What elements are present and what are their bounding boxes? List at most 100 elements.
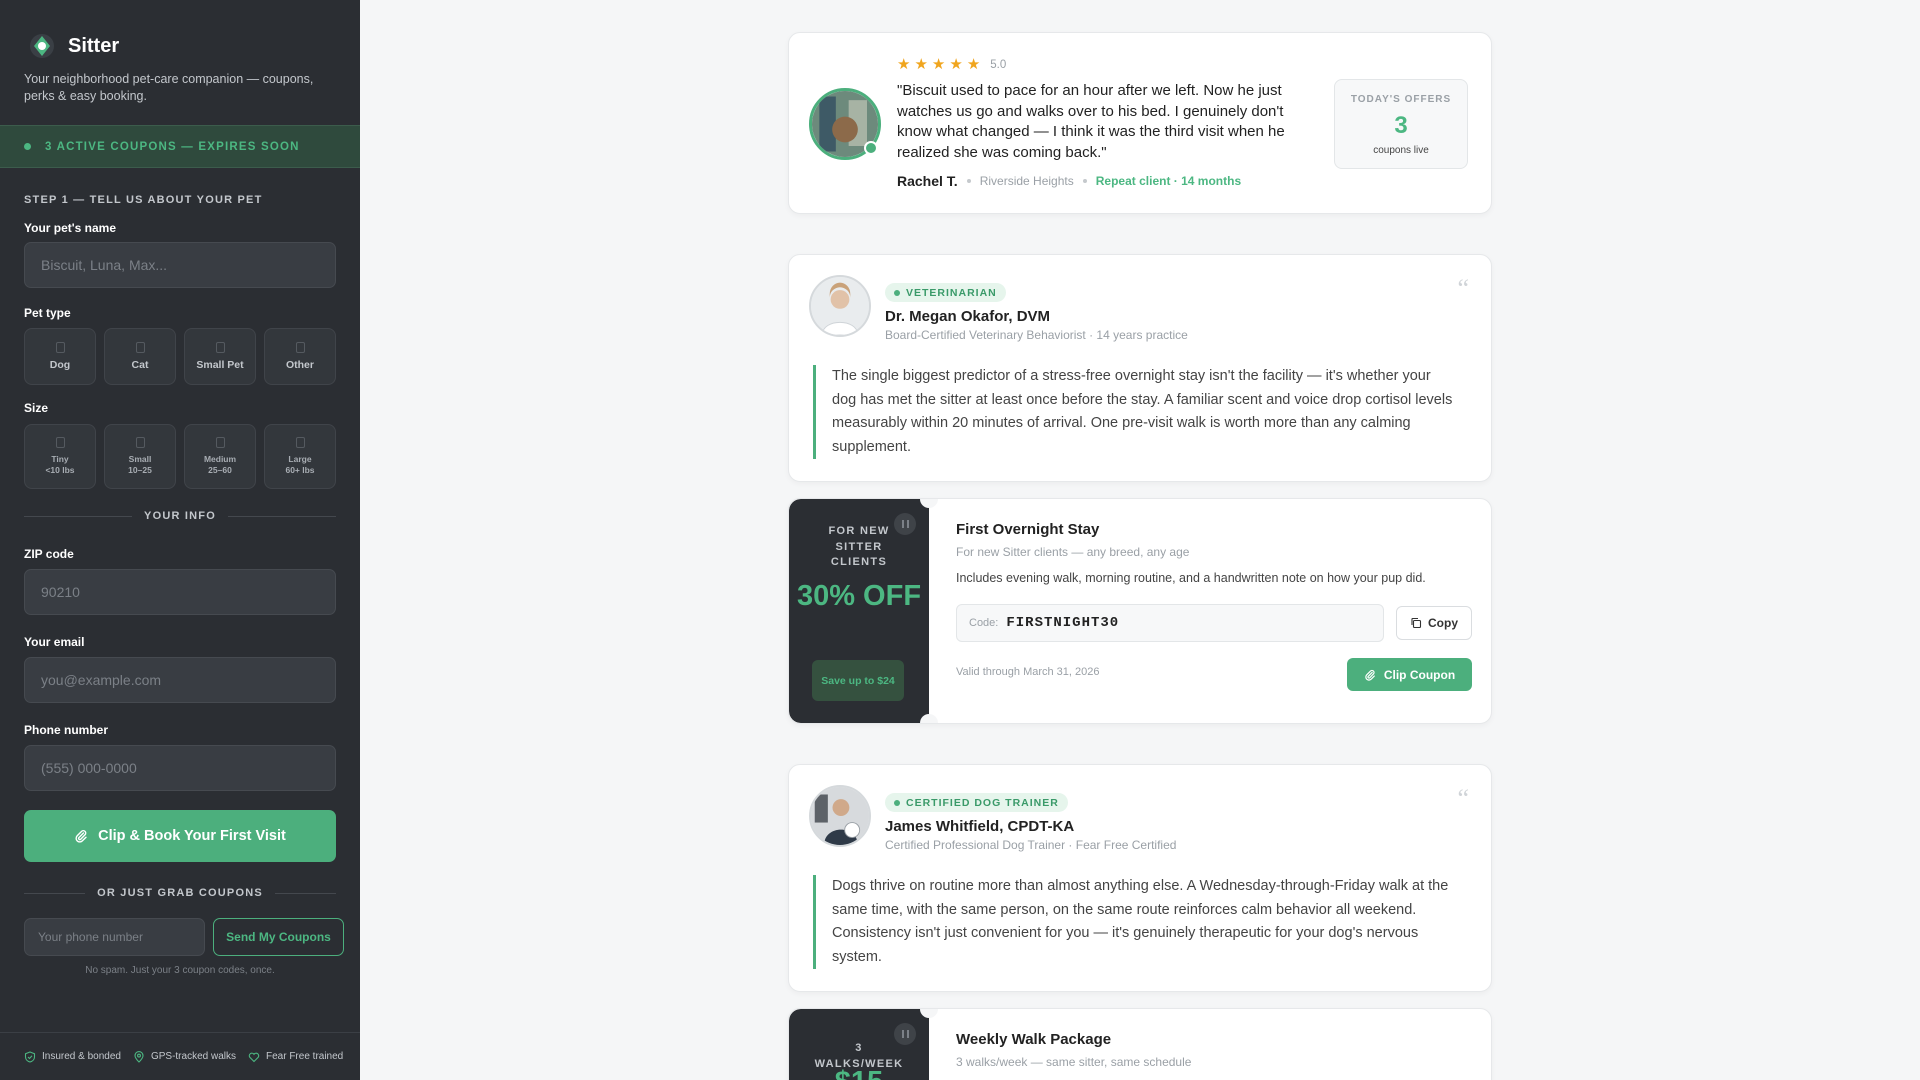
quote-mark-icon: “ xyxy=(1457,784,1469,813)
expert-quote: Dogs thrive on routine more than almost … xyxy=(813,875,1453,969)
expert-name: James Whitfield, CPDT-KA xyxy=(885,818,1075,835)
your-info-label: YOUR INFO xyxy=(144,510,216,522)
star-icon: ★ xyxy=(949,56,963,73)
pet-type-label: Pet type xyxy=(24,306,71,320)
star-icon: ★ xyxy=(931,56,946,73)
code-label: Code: xyxy=(969,617,999,629)
reviewer-tag: Repeat client · 14 months xyxy=(1095,174,1242,188)
expert-photo xyxy=(811,277,869,335)
size-tiny[interactable]: Tiny <10 lbs xyxy=(24,424,96,489)
testimonial-quote: "Biscuit used to pace for an hour after … xyxy=(897,82,1285,161)
your-info-divider: YOUR INFO xyxy=(24,510,337,522)
expert-quote: The single biggest predictor of a stress… xyxy=(813,365,1453,459)
coupon-code-box[interactable]: Code: FIRSTNIGHT30 xyxy=(956,604,1384,642)
coupon-validity: Valid through March 31, 2026 xyxy=(956,666,1100,678)
offers-sub: coupons live xyxy=(1373,145,1429,156)
trust-insured: Insured & bonded xyxy=(24,1050,121,1063)
coupon-card: FOR NEW SITTER CLIENTS 30% OFF Save up t… xyxy=(788,498,1492,724)
email-input[interactable] xyxy=(24,657,336,703)
other-pet-icon xyxy=(295,342,305,353)
expert-credentials: Board-Certified Veterinary Behaviorist ·… xyxy=(885,328,1188,342)
brand[interactable]: Sitter xyxy=(28,32,119,60)
grab-coupons-divider: OR JUST GRAB COUPONS xyxy=(24,887,337,899)
size-tiny-icon xyxy=(55,437,65,448)
send-coupons-button[interactable]: Send My Coupons xyxy=(213,918,344,956)
rating-stars: ★ ★ ★ ★ ★ 5.0 xyxy=(897,57,1006,72)
step-label: STEP 1 — TELL US ABOUT YOUR PET xyxy=(24,194,263,206)
coupon-stub: FOR NEW SITTER CLIENTS 30% OFF Save up t… xyxy=(789,499,929,723)
active-coupons-banner: 3 ACTIVE COUPONS — EXPIRES SOON xyxy=(0,125,360,168)
expert-card: VETERINARIAN Dr. Megan Okafor, DVM Board… xyxy=(788,254,1492,482)
size-options: Tiny <10 lbs Small 10–25 Medium 25–60 Large… xyxy=(24,424,336,489)
shield-icon xyxy=(24,1050,36,1063)
expert-credentials: Certified Professional Dog Trainer · Fea… xyxy=(885,838,1177,852)
coupon-title: First Overnight Stay xyxy=(956,521,1100,538)
clip-coupon-button[interactable]: Clip Coupon xyxy=(1347,658,1472,691)
coupon-phone-input[interactable] xyxy=(24,918,205,956)
offers-count: 3 xyxy=(1394,112,1408,139)
size-small-icon xyxy=(135,437,145,448)
no-spam-note: No spam. Just your 3 coupon codes, once. xyxy=(85,965,275,976)
coupon-title: Weekly Walk Package xyxy=(956,1031,1112,1048)
coupon-subtitle: 3 walks/week — same sitter, same schedul… xyxy=(956,1055,1192,1069)
expert-name: Dr. Megan Okafor, DVM xyxy=(885,308,1051,325)
copy-code-button[interactable]: Copy xyxy=(1396,606,1472,640)
coupon-subtitle: For new Sitter clients — any breed, any … xyxy=(956,545,1190,559)
pet-type-other[interactable]: Other xyxy=(264,328,336,385)
pet-name-input[interactable] xyxy=(24,242,336,288)
coupon-discount: 30% OFF xyxy=(796,580,922,612)
clip-and-book-label: Clip & Book Your First Visit xyxy=(98,828,286,844)
pet-type-cat[interactable]: Cat xyxy=(104,328,176,385)
zip-label: ZIP code xyxy=(24,547,74,561)
pet-type-dog[interactable]: Dog xyxy=(24,328,96,385)
expert-photo xyxy=(811,787,869,845)
cat-icon xyxy=(135,342,145,353)
reviewer-location: Riverside Heights xyxy=(979,174,1074,188)
sitter-logo-icon xyxy=(30,34,54,58)
sidebar: Sitter Your neighborhood pet-care compan… xyxy=(0,0,360,1080)
expert-badge: CERTIFIED DOG TRAINER xyxy=(885,793,1068,812)
pet-name-label: Your pet's name xyxy=(24,221,116,235)
reviewer-name: Rachel T. xyxy=(897,173,958,189)
coupon-code: FIRSTNIGHT30 xyxy=(1006,615,1120,631)
pet-type-options: Dog Cat Small Pet Other xyxy=(24,328,336,385)
expert-avatar xyxy=(809,275,871,337)
pet-type-small-pet[interactable]: Small Pet xyxy=(184,328,256,385)
size-medium[interactable]: Medium 25–60 xyxy=(184,424,256,489)
grab-coupons-label: OR JUST GRAB COUPONS xyxy=(97,887,263,899)
clip-and-book-button[interactable]: Clip & Book Your First Visit xyxy=(24,810,336,862)
testimonial-card: ★ ★ ★ ★ ★ 5.0 "Biscuit used to pace for … xyxy=(788,32,1492,214)
star-icon: ★ xyxy=(966,56,981,73)
reviewer-meta: Rachel T. Riverside Heights Repeat clien… xyxy=(897,173,1241,189)
rating-value: 5.0 xyxy=(990,58,1007,71)
status-dot-icon xyxy=(24,143,31,150)
zip-input[interactable] xyxy=(24,569,336,615)
coupon-description: Includes evening walk, morning routine, … xyxy=(956,571,1426,585)
tagline: Your neighborhood pet-care companion — c… xyxy=(24,72,314,103)
trust-gps: GPS-tracked walks xyxy=(133,1050,236,1063)
ticket-notch xyxy=(920,714,938,723)
trust-footer: Insured & bonded GPS-tracked walks Fear … xyxy=(0,1032,360,1080)
size-large[interactable]: Large 60+ lbs xyxy=(264,424,336,489)
brand-name: Sitter xyxy=(68,34,120,57)
expert-badge: VETERINARIAN xyxy=(885,283,1006,302)
size-large-icon xyxy=(295,437,305,448)
heart-icon xyxy=(248,1052,260,1062)
coupon-stub: 3 WALKS/WEEK $15 xyxy=(789,1009,929,1080)
phone-label: Phone number xyxy=(24,723,109,737)
small-pet-icon xyxy=(215,342,225,353)
email-label: Your email xyxy=(24,635,85,649)
paperclip-icon xyxy=(1365,669,1375,681)
paperclip-icon xyxy=(75,830,87,843)
star-icon: ★ xyxy=(897,56,911,73)
dog-icon xyxy=(55,342,65,353)
size-medium-icon xyxy=(215,437,225,448)
phone-input[interactable] xyxy=(24,745,336,791)
coupon-kicker: FOR NEW SITTER CLIENTS xyxy=(828,525,890,568)
location-pin-icon xyxy=(134,1050,144,1063)
copy-icon xyxy=(1411,617,1422,629)
size-small[interactable]: Small 10–25 xyxy=(104,424,176,489)
todays-offers-box: TODAY'S OFFERS 3 coupons live xyxy=(1334,79,1468,169)
active-coupons-text: 3 ACTIVE COUPONS — EXPIRES SOON xyxy=(45,140,300,153)
expert-avatar xyxy=(809,785,871,847)
